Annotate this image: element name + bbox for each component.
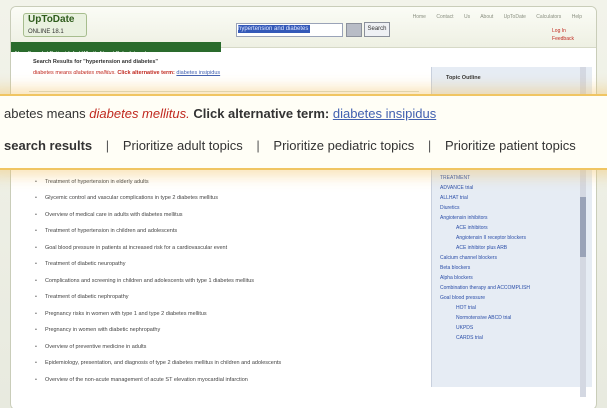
top-link-calculators[interactable]: Calculators — [536, 14, 561, 20]
click-alt-label: Click alternative term: — [117, 70, 175, 76]
uptodate-logo[interactable]: UpToDate ONLINE 18.1 — [23, 13, 87, 37]
result-item[interactable]: Pregnancy risks in women with type 1 and… — [35, 306, 425, 323]
result-item[interactable]: Treatment of hypertension in children an… — [35, 223, 425, 240]
search-input-value: hypertension and diabetes — [238, 25, 310, 33]
top-link-contact[interactable]: Contact Us — [436, 14, 470, 20]
outline-subitem[interactable]: CARDS trial — [440, 333, 590, 343]
main-nav[interactable]: New Search | Patient Info | What's New |… — [11, 42, 221, 57]
callout-prefix: abetes means — [4, 106, 86, 121]
outline-item[interactable]: ALLHAT trial — [440, 193, 590, 203]
callout-term: diabetes mellitus. — [89, 106, 190, 121]
top-link-help[interactable]: Help — [572, 14, 582, 20]
outline-subitem[interactable]: Angiotensin II receptor blockers — [440, 233, 590, 243]
tab-prioritize-patient[interactable]: Prioritize patient topics — [445, 138, 576, 153]
tab-separator: | — [256, 138, 260, 153]
result-item[interactable]: Pregnancy in women with diabetic nephrop… — [35, 322, 425, 339]
login-link[interactable]: Log In — [552, 27, 574, 35]
callout-meaning: abetes means diabetes mellitus. Click al… — [4, 106, 436, 121]
result-item[interactable]: Overview of the non-acute management of … — [35, 372, 425, 389]
alt-term-link[interactable]: diabetes insipidus — [176, 70, 220, 76]
result-item[interactable]: Epidemiology, presentation, and diagnosi… — [35, 355, 425, 372]
outline-item[interactable]: Beta blockers — [440, 263, 590, 273]
user-links: Log In Feedback — [552, 27, 574, 43]
outline-item[interactable]: Calcium channel blockers — [440, 253, 590, 263]
result-item[interactable]: Glycemic control and vascular complicati… — [35, 190, 425, 207]
result-item[interactable]: Overview of preventive medicine in adult… — [35, 339, 425, 356]
outline-subitem[interactable]: ACE inhibitor plus ARB — [440, 243, 590, 253]
result-item[interactable]: Complications and screening in children … — [35, 273, 425, 290]
topic-outline-list: TREATMENT ADVANCE trial ALLHAT trial Diu… — [440, 173, 590, 343]
outline-subitem[interactable]: Normotensive ABCD trial — [440, 313, 590, 323]
result-item[interactable]: Treatment of diabetic nephropathy — [35, 289, 425, 306]
result-item[interactable]: Goal blood pressure in patients at incre… — [35, 240, 425, 257]
results-header: Search Results for "hypertension and dia… — [33, 59, 403, 76]
results-list: Microalbuminuria in type 2 diabetes mell… — [35, 157, 425, 388]
means-prefix: diabetes means — [33, 70, 72, 76]
feedback-link[interactable]: Feedback — [552, 35, 574, 43]
outline-item[interactable]: Angiotensin inhibitors — [440, 213, 590, 223]
tab-separator: | — [105, 138, 110, 153]
top-links: Home Contact Us About UpToDate Calculato… — [413, 14, 582, 20]
result-item[interactable]: Treatment of hypertension in elderly adu… — [35, 174, 425, 191]
tab-search-results[interactable]: search results — [4, 138, 92, 153]
scrollbar-thumb[interactable] — [580, 197, 586, 257]
search-dropdown-icon[interactable] — [346, 23, 362, 37]
outline-subitem[interactable]: ACE inhibitors — [440, 223, 590, 233]
top-link-home[interactable]: Home — [413, 14, 426, 20]
means-term: diabetes mellitus. — [73, 70, 116, 76]
callout-click-alt: Click alternative term: — [193, 106, 330, 121]
outline-item[interactable]: TREATMENT — [440, 173, 590, 183]
search-button[interactable]: Search — [364, 22, 390, 37]
tab-prioritize-adult[interactable]: Prioritize adult topics — [123, 138, 243, 153]
tab-separator: | — [427, 138, 432, 153]
outline-item[interactable]: Alpha blockers — [440, 273, 590, 283]
outline-item[interactable]: Goal blood pressure — [440, 293, 590, 303]
logo-subtitle: ONLINE 18.1 — [28, 29, 64, 35]
result-item[interactable]: Treatment of diabetic neuropathy — [35, 256, 425, 273]
results-title: Search Results for "hypertension and dia… — [33, 59, 159, 65]
callout-alt-link[interactable]: diabetes insipidus — [333, 106, 436, 121]
outline-subitem[interactable]: UKPDS — [440, 323, 590, 333]
outline-subitem[interactable]: HOT trial — [440, 303, 590, 313]
divider — [29, 91, 419, 92]
zoom-callout: abetes means diabetes mellitus. Click al… — [0, 94, 607, 170]
term-meaning: diabetes means diabetes mellitus. Click … — [33, 70, 403, 76]
page: UpToDate ONLINE 18.1 hypertension and di… — [0, 0, 607, 408]
outline-item[interactable]: ADVANCE trial — [440, 183, 590, 193]
search-input[interactable]: hypertension and diabetes — [236, 23, 343, 37]
nav-links[interactable]: New Search | Patient Info | What's New |… — [11, 51, 150, 57]
top-link-about[interactable]: About UpToDate — [480, 14, 526, 20]
outline-item[interactable]: Diuretics — [440, 203, 590, 213]
outline-item[interactable]: Combination therapy and ACCOMPLISH — [440, 283, 590, 293]
browser-window: UpToDate ONLINE 18.1 hypertension and di… — [10, 6, 597, 408]
topic-outline-title: Topic Outline — [446, 75, 481, 81]
tab-prioritize-pediatric[interactable]: Prioritize pediatric topics — [273, 138, 414, 153]
result-item[interactable]: Overview of medical care in adults with … — [35, 207, 425, 224]
callout-tabs: search results | Prioritize adult topics… — [4, 138, 576, 153]
logo-text: UpToDate — [28, 14, 75, 25]
